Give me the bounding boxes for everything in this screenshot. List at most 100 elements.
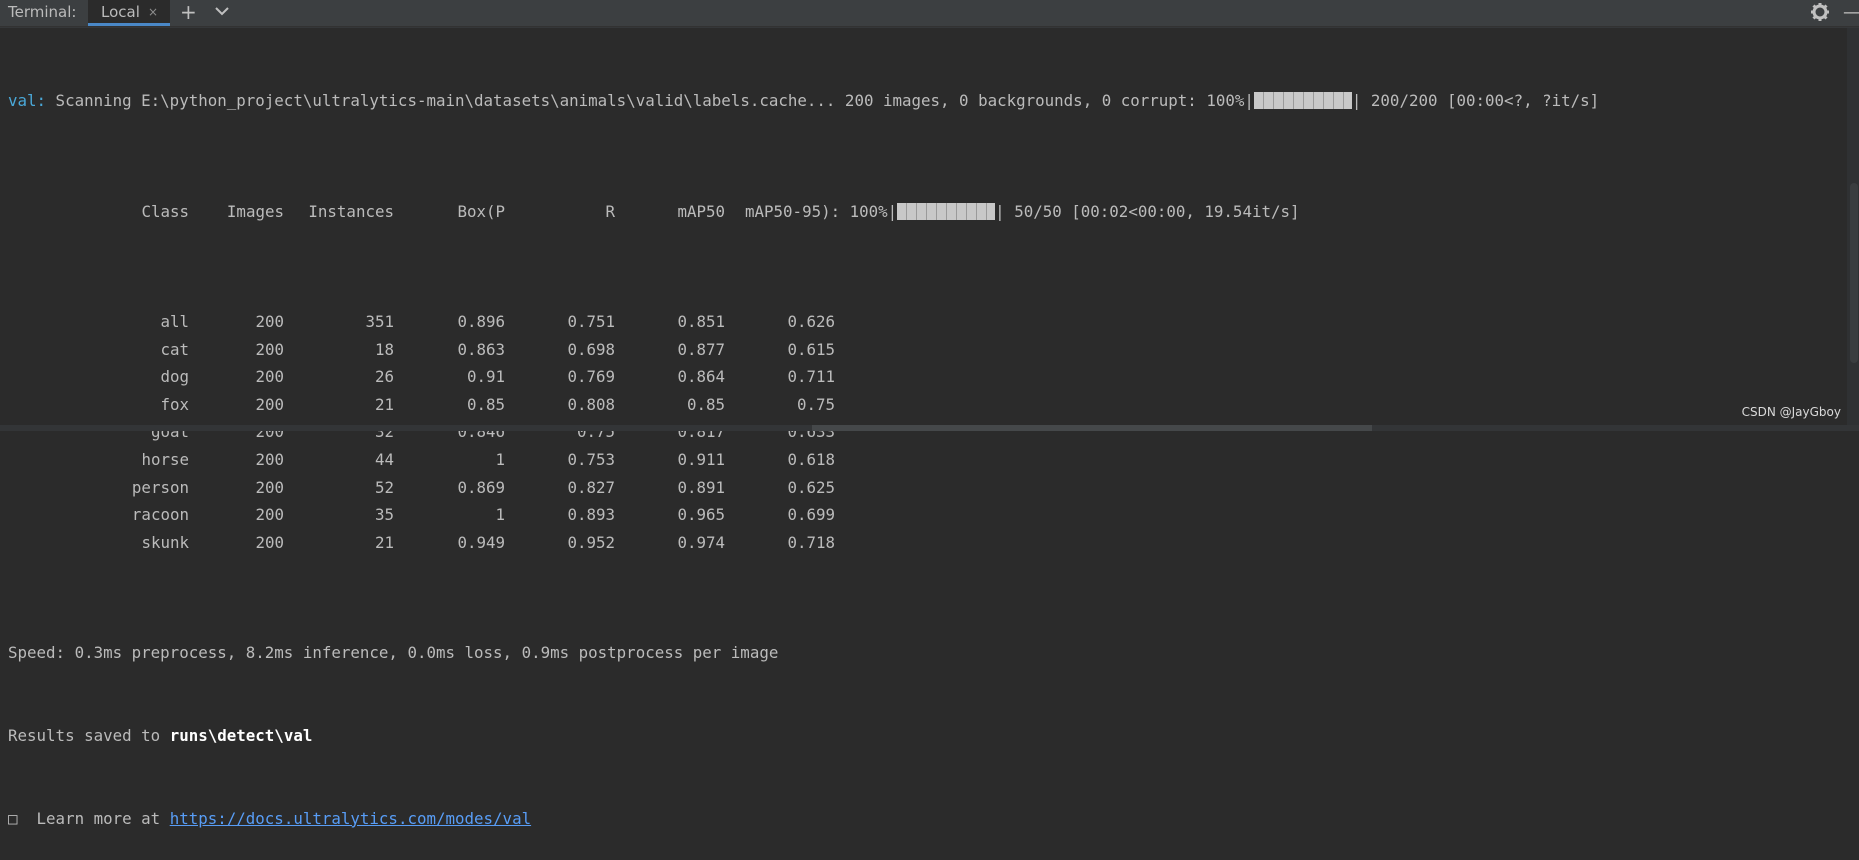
vertical-scrollbar[interactable]: [1847, 28, 1859, 428]
cell-images: 200: [255, 449, 284, 469]
terminal-output[interactable]: val: Scanning E:\python_project\ultralyt…: [8, 32, 1839, 860]
tab-local-label: Local: [101, 3, 140, 21]
metrics-table: all 200 351 0.896 0.751 0.851 0.626 cat 200 18 0.8…: [8, 308, 1839, 556]
results-line: Results saved to runs\detect\val: [8, 722, 1839, 750]
results-path: runs\detect\val: [169, 725, 313, 745]
header-class: Class: [141, 201, 189, 221]
terminal-title: Terminal:: [8, 3, 77, 21]
gear-icon[interactable]: [1810, 2, 1830, 22]
learn-more-line: □ Learn more at https://docs.ultralytics…: [8, 805, 1839, 833]
cell-r: 0.893: [567, 505, 615, 525]
table-row: dog 200 26 0.91 0.769 0.864 0.711: [8, 363, 1839, 391]
cell-map50-95: 0.633: [787, 422, 835, 442]
cell-p: 1: [495, 505, 505, 525]
cell-r: 0.698: [567, 339, 615, 359]
cell-instances: 21: [374, 394, 394, 414]
cell-p: 0.846: [457, 422, 505, 442]
cell-r: 0.751: [567, 311, 615, 331]
cell-map50: 0.851: [677, 311, 725, 331]
cell-instances: 52: [374, 477, 394, 497]
docs-link[interactable]: https://docs.ultralytics.com/modes/val: [170, 809, 531, 828]
scan-suffix: | 200/200 [00:00<?, ?it/s]: [1351, 91, 1600, 111]
scan-progress-bar: [1253, 92, 1352, 110]
cell-r: 0.753: [567, 449, 615, 469]
val-progress-bar: [897, 202, 996, 220]
cell-class: all: [160, 311, 189, 331]
cell-images: 200: [255, 367, 284, 387]
cell-map50-95: 0.711: [787, 367, 835, 387]
chevron-down-icon[interactable]: [214, 4, 230, 18]
cell-map50-95: 0.626: [787, 311, 835, 331]
val-prefix: val:: [8, 91, 47, 111]
table-row: all 200 351 0.896 0.751 0.851 0.626: [8, 308, 1839, 336]
header-instances: Instances: [308, 201, 394, 221]
cell-map50: 0.965: [677, 505, 725, 525]
table-row: person 200 52 0.869 0.827 0.891 0.625: [8, 474, 1839, 502]
header-r: R: [605, 201, 615, 221]
scan-line: val: Scanning E:\python_project\ultralyt…: [8, 87, 1839, 115]
cell-images: 200: [255, 311, 284, 331]
cell-r: 0.75: [576, 422, 615, 442]
metrics-header-row: Class Images Instances Box(P R mAP50 mAP…: [8, 198, 1839, 226]
cell-map50: 0.817: [677, 422, 725, 442]
horizontal-scrollbar[interactable]: [0, 425, 1859, 431]
header-map50: mAP50: [677, 201, 725, 221]
horizontal-scroll-thumb[interactable]: [812, 425, 1372, 431]
cell-r: 0.769: [567, 367, 615, 387]
cell-p: 0.85: [466, 394, 505, 414]
cell-instances: 351: [365, 311, 394, 331]
header-box-p: Box(P: [457, 201, 505, 221]
header-images: Images: [226, 201, 284, 221]
cell-images: 200: [255, 339, 284, 359]
minimize-button[interactable]: —: [1843, 2, 1859, 23]
results-prefix: Results saved to: [8, 725, 170, 745]
new-tab-button[interactable]: +: [180, 0, 197, 24]
cell-map50: 0.877: [677, 339, 725, 359]
cell-instances: 44: [374, 449, 394, 469]
cell-map50: 0.974: [677, 532, 725, 552]
table-row: fox 200 21 0.85 0.808 0.85 0.75: [8, 391, 1839, 419]
vertical-scroll-thumb[interactable]: [1850, 183, 1858, 363]
cell-p: 0.896: [457, 311, 505, 331]
cell-instances: 21: [374, 532, 394, 552]
cell-map50-95: 0.615: [787, 339, 835, 359]
watermark: CSDN @JayGboy: [1741, 405, 1841, 419]
cell-map50-95: 0.75: [796, 394, 835, 414]
cell-map50: 0.891: [677, 477, 725, 497]
tab-close-icon[interactable]: ×: [148, 5, 158, 19]
cell-r: 0.808: [567, 394, 615, 414]
info-icon: □: [8, 808, 18, 828]
tab-local[interactable]: Local ×: [88, 0, 170, 26]
cell-map50-95: 0.718: [787, 532, 835, 552]
cell-images: 200: [255, 422, 284, 442]
cell-class: fox: [160, 394, 189, 414]
cell-p: 0.949: [457, 532, 505, 552]
cell-p: 1: [495, 449, 505, 469]
toolbar-divider: [0, 27, 1859, 28]
table-row: racoon 200 35 1 0.893 0.965 0.699: [8, 501, 1839, 529]
cell-class: horse: [141, 449, 189, 469]
cell-images: 200: [255, 532, 284, 552]
cell-map50-95: 0.625: [787, 477, 835, 497]
table-row: cat 200 18 0.863 0.698 0.877 0.615: [8, 336, 1839, 364]
cell-class: skunk: [141, 532, 189, 552]
cell-class: racoon: [131, 505, 189, 525]
cell-map50: 0.911: [677, 449, 725, 469]
cell-instances: 26: [374, 367, 394, 387]
table-row: goat 200 32 0.846 0.75 0.817 0.633: [8, 418, 1839, 446]
cell-p: 0.869: [457, 477, 505, 497]
cell-map50-95: 0.699: [787, 505, 835, 525]
cell-class: goat: [150, 422, 189, 442]
cell-map50: 0.864: [677, 367, 725, 387]
table-row: horse 200 44 1 0.753 0.911 0.618: [8, 446, 1839, 474]
cell-class: person: [131, 477, 189, 497]
cell-images: 200: [255, 477, 284, 497]
cell-map50-95: 0.618: [787, 449, 835, 469]
header-map50-95: mAP50-95): 100%|: [745, 201, 898, 221]
speed-line: Speed: 0.3ms preprocess, 8.2ms inference…: [8, 643, 779, 663]
cell-instances: 18: [374, 339, 394, 359]
terminal-toolbar: Terminal: Local × + —: [0, 0, 1859, 27]
cell-p: 0.863: [457, 339, 505, 359]
cell-r: 0.827: [567, 477, 615, 497]
cell-class: cat: [160, 339, 189, 359]
